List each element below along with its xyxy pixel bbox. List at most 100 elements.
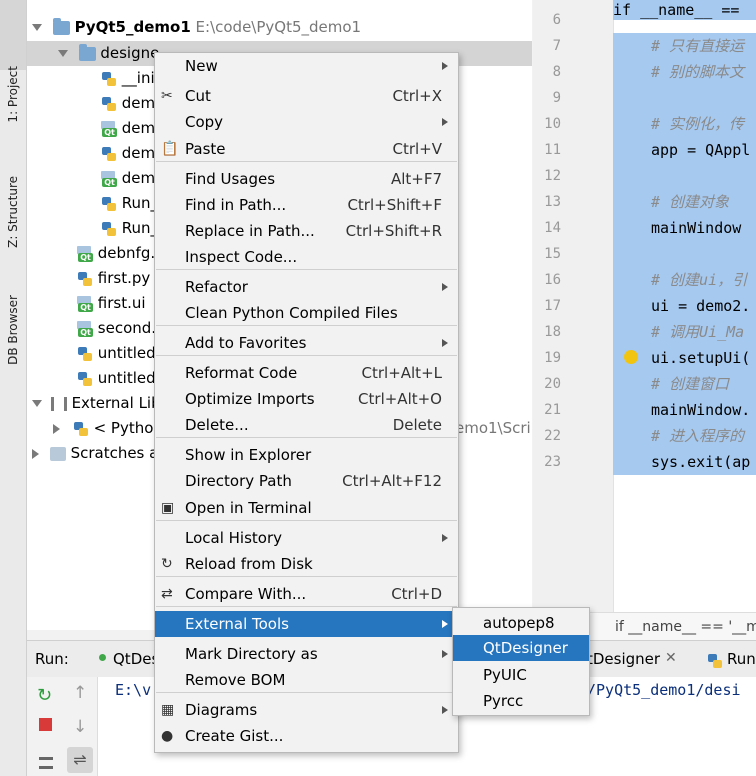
menu-item-find-usages[interactable]: Find Usages Alt+F7 — [155, 166, 458, 192]
python-file-icon — [101, 196, 117, 212]
code-line[interactable] — [613, 85, 756, 111]
tree-scratches[interactable]: Scratches a — [32, 441, 158, 466]
run-tab-icon — [99, 654, 106, 661]
menu-item-cut[interactable]: ✂ Cut Ctrl+X — [155, 83, 458, 109]
scroll-up-icon[interactable]: ↑ — [73, 683, 87, 703]
code-line[interactable]: mainWindow. — [613, 397, 756, 423]
submenu-item-autopep8[interactable]: autopep8 — [453, 610, 589, 636]
lightbulb-icon[interactable] — [624, 350, 638, 364]
tree-root[interactable]: PyQt5_demo1 E:\code\PyQt5_demo1 — [32, 15, 361, 40]
submenu-item-pyuic[interactable]: PyUIC — [453, 662, 589, 688]
menu-item-optimize-imports[interactable]: Optimize Imports Ctrl+Alt+O — [155, 386, 458, 412]
tree-file[interactable]: Qt debnfg. — [77, 241, 155, 266]
tree-file[interactable]: untitled — [77, 341, 156, 366]
tree-file[interactable]: Qt first.ui — [77, 291, 146, 316]
rerun-icon[interactable]: ↻ — [37, 687, 52, 705]
line-number: 12 — [544, 168, 561, 184]
soft-wrap-icon[interactable]: ⇌ — [67, 747, 93, 773]
submenu-item-pyrcc[interactable]: Pyrcc — [453, 688, 589, 714]
line-number: 13 — [544, 194, 561, 210]
menu-item-paste[interactable]: 📋 Paste Ctrl+V — [155, 136, 458, 162]
menu-item-refactor[interactable]: Refactor — [155, 274, 458, 300]
code-line[interactable]: # 只有直接运 — [613, 33, 756, 59]
run-tab-qtdesigner-2[interactable]: tDesigner — [587, 650, 660, 668]
menu-item-diagrams[interactable]: ▦ Diagrams — [155, 697, 458, 723]
tree-file[interactable]: untitled — [77, 366, 156, 391]
code-line[interactable]: sys.exit(ap — [613, 449, 756, 475]
expand-arrow-icon[interactable] — [32, 24, 42, 31]
scroll-down-icon[interactable]: ↓ — [73, 717, 87, 737]
menu-item-label: Local History — [185, 529, 283, 547]
menu-item-open-in-terminal[interactable]: ▣ Open in Terminal — [155, 495, 458, 521]
collapse-arrow-icon[interactable] — [32, 448, 39, 459]
expand-arrow-icon[interactable] — [32, 400, 42, 407]
code-line[interactable]: mainWindow — [613, 215, 756, 241]
tab-structure[interactable]: Z: Structure — [0, 90, 26, 248]
tree-file[interactable]: Run_ — [101, 191, 158, 216]
menu-item-external-tools[interactable]: External Tools — [155, 611, 458, 637]
menu-item-add-to-favorites[interactable]: Add to Favorites — [155, 330, 458, 356]
tree-python-sdk[interactable]: < Pytho — [53, 416, 153, 441]
menu-item-shortcut: Ctrl+Shift+F — [347, 196, 442, 214]
tree-file[interactable]: Qt dem — [101, 116, 155, 141]
menu-item-new[interactable]: New — [155, 53, 458, 79]
menu-item-delete[interactable]: Delete... Delete — [155, 412, 458, 438]
folder-label: designe — [100, 44, 160, 62]
menu-item-reload-from-disk[interactable]: ↻ Reload from Disk — [155, 551, 458, 577]
close-tab-icon[interactable]: ✕ — [665, 650, 677, 666]
menu-item-inspect-code[interactable]: Inspect Code... — [155, 244, 458, 270]
code-line[interactable]: app = QAppl — [613, 137, 756, 163]
code-line[interactable]: # 进入程序的 — [613, 423, 756, 449]
menu-item-show-in-explorer[interactable]: Show in Explorer — [155, 442, 458, 468]
code-line[interactable]: # 调用Ui_Ma — [613, 319, 756, 345]
expand-arrow-icon[interactable] — [57, 50, 68, 57]
menu-item-label: Inspect Code... — [185, 248, 298, 266]
run-tab-qtdesigner[interactable]: QtDes — [113, 650, 159, 668]
code-editor[interactable]: 6 7 8 9 10 11 12 13 14 15 16 17 18 19 20 21 22 23 if __na… — [533, 0, 756, 612]
python-icon — [707, 653, 723, 669]
tree-external-libs[interactable]: External Lib — [32, 391, 161, 416]
code-line[interactable]: # 创建ui，引 — [613, 267, 756, 293]
code-line[interactable]: # 创建对象 — [613, 189, 756, 215]
submenu-item-label: Pyrcc — [483, 692, 524, 710]
menu-item-find-in-path[interactable]: Find in Path... Ctrl+Shift+F — [155, 192, 458, 218]
menu-item-directory-path[interactable]: Directory Path Ctrl+Alt+F12 — [155, 468, 458, 494]
code-line[interactable]: # 别的脚本文 — [613, 59, 756, 85]
menu-item-reformat-code[interactable]: Reformat Code Ctrl+Alt+L — [155, 360, 458, 386]
submenu-item-qtdesigner[interactable]: QtDesigner — [453, 635, 589, 661]
menu-item-label: Reformat Code — [185, 364, 298, 382]
tree-file[interactable]: __ini — [101, 66, 155, 91]
code-line[interactable]: ui = demo2. — [613, 293, 756, 319]
menu-item-label: Replace in Path... — [185, 222, 315, 240]
tree-file[interactable]: Qt dem — [101, 166, 155, 191]
tree-file[interactable]: Qt second. — [77, 316, 156, 341]
run-tab-run[interactable]: Run — [727, 650, 756, 668]
menu-item-clean-python-compiled-files[interactable]: Clean Python Compiled Files — [155, 300, 458, 326]
collapse-arrow-icon[interactable] — [53, 423, 60, 434]
menu-item-create-gist[interactable]: ● Create Gist... — [155, 723, 458, 749]
paste-icon: 📋 — [161, 141, 179, 157]
tab-project[interactable]: 1: Project — [0, 0, 26, 123]
tree-file[interactable]: first.py — [77, 266, 150, 291]
code-line[interactable] — [613, 241, 756, 267]
tree-file[interactable]: dem — [101, 91, 155, 116]
menu-item-mark-directory-as[interactable]: Mark Directory as — [155, 641, 458, 667]
stop-icon[interactable] — [39, 718, 52, 731]
line-number: 22 — [544, 428, 561, 444]
layout-icon[interactable] — [39, 757, 53, 769]
code-line[interactable]: # 实例化，传 — [613, 111, 756, 137]
menu-item-compare-with[interactable]: ⇄ Compare With... Ctrl+D — [155, 581, 458, 607]
tree-file[interactable]: dem — [101, 141, 155, 166]
menu-item-local-history[interactable]: Local History — [155, 525, 458, 551]
tree-file[interactable]: Run_ — [101, 216, 158, 241]
menu-item-remove-bom[interactable]: Remove BOM — [155, 667, 458, 693]
python-sdk-label: < Pytho — [93, 419, 154, 437]
submenu-arrow-icon — [442, 283, 448, 291]
code-line[interactable]: # 创建窗口 — [613, 371, 756, 397]
menu-item-replace-in-path[interactable]: Replace in Path... Ctrl+Shift+R — [155, 218, 458, 244]
code-line[interactable]: if __name__ == — [613, 0, 756, 20]
code-line[interactable] — [613, 163, 756, 189]
menu-item-copy[interactable]: Copy — [155, 109, 458, 135]
python-file-icon — [101, 71, 117, 87]
tab-db-browser[interactable]: DB Browser — [0, 215, 26, 365]
